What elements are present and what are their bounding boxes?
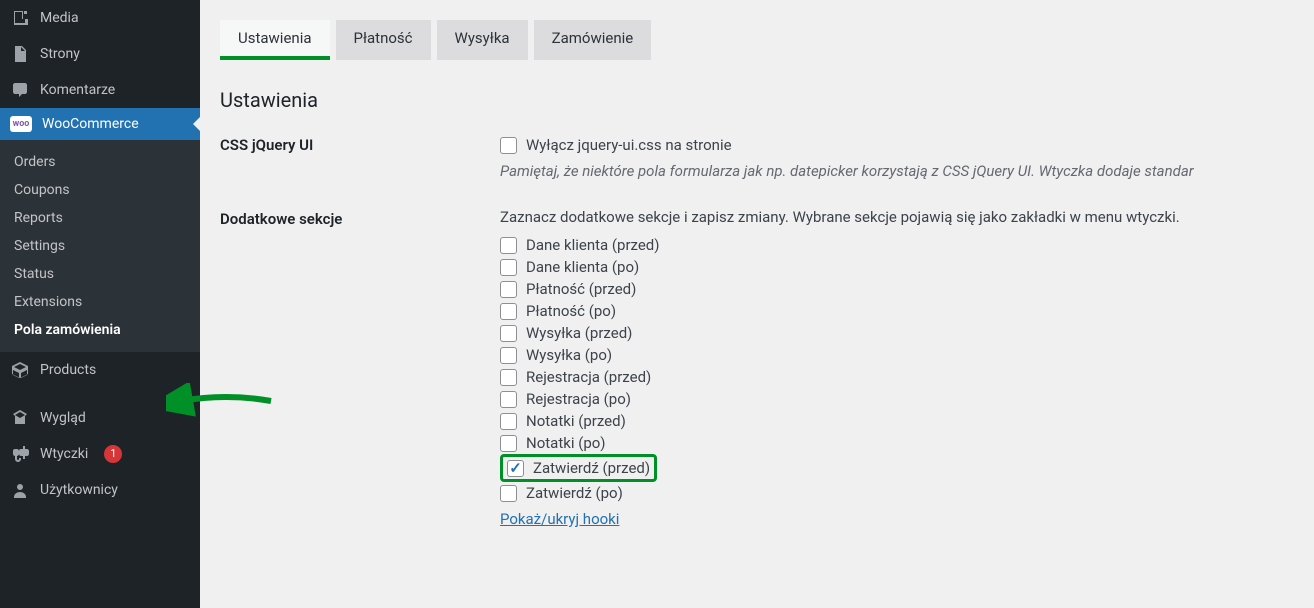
sidebar-item-label: Użytkownicy xyxy=(40,482,118,498)
highlight-box: Zatwierdź (przed) xyxy=(500,454,657,482)
checkbox-label: Dane klienta (po) xyxy=(526,258,639,276)
sidebar-sub-reports[interactable]: Reports xyxy=(0,204,200,232)
tab-ustawienia[interactable]: Ustawienia xyxy=(220,20,330,60)
checkbox-label: Notatki (przed) xyxy=(526,412,626,430)
sidebar-item-label: Products xyxy=(40,362,96,378)
sidebar-submenu: Orders Coupons Reports Settings Status E… xyxy=(0,140,200,352)
checkbox-label: Wysyłka (przed) xyxy=(526,324,632,342)
tab-platnosc[interactable]: Płatność xyxy=(336,20,431,60)
checkbox-label: Rejestracja (po) xyxy=(526,390,631,408)
sidebar-item-label: Komentarze xyxy=(40,82,115,98)
plugins-icon xyxy=(10,444,30,464)
pages-icon xyxy=(10,44,30,64)
appearance-icon xyxy=(10,408,30,428)
sidebar-sub-settings[interactable]: Settings xyxy=(0,232,200,260)
media-icon xyxy=(10,8,30,28)
row-css-jquery-ui: CSS jQuery UI Wyłącz jquery-ui.css na st… xyxy=(220,134,1294,180)
sidebar-sub-pola-zamowienia[interactable]: Pola zamówienia xyxy=(0,316,200,344)
checkbox-section-7[interactable] xyxy=(500,391,517,408)
plugins-update-badge: 1 xyxy=(104,445,122,463)
checkbox-section-2[interactable] xyxy=(500,281,517,298)
sidebar-sub-status[interactable]: Status xyxy=(0,260,200,288)
checkbox-section-6[interactable] xyxy=(500,369,517,386)
sidebar-item-label: Media xyxy=(40,10,79,26)
toggle-hooks-link[interactable]: Pokaż/ukryj hooki xyxy=(500,510,619,528)
form-label: CSS jQuery UI xyxy=(220,134,500,154)
sidebar-item-label: WooCommerce xyxy=(42,116,139,132)
checkbox-label: Płatność (po) xyxy=(526,302,616,320)
sidebar-item-pages[interactable]: Strony xyxy=(0,36,200,72)
intro-text: Zaznacz dodatkowe sekcje i zapisz zmiany… xyxy=(500,208,1294,226)
checkbox-label: Zatwierdź (po) xyxy=(526,484,623,502)
sidebar-item-label: Strony xyxy=(40,46,80,62)
sidebar-item-users[interactable]: Użytkownicy xyxy=(0,472,200,508)
checkbox-section-11[interactable] xyxy=(500,485,517,502)
tab-zamowienie[interactable]: Zamówienie xyxy=(534,20,652,60)
users-icon xyxy=(10,480,30,500)
sidebar-item-plugins[interactable]: Wtyczki 1 xyxy=(0,436,200,472)
sidebar-item-media[interactable]: Media xyxy=(0,0,200,36)
section-title: Ustawienia xyxy=(220,88,1294,112)
checkbox-label: Wyłącz jquery-ui.css na stronie xyxy=(526,136,732,154)
checkbox-label: Zatwierdź (przed) xyxy=(533,459,650,477)
checkbox-label: Dane klienta (przed) xyxy=(526,236,659,254)
sidebar-sub-coupons[interactable]: Coupons xyxy=(0,176,200,204)
woocommerce-icon: woo xyxy=(10,116,32,132)
help-text: Pamiętaj, że niektóre pola formularza ja… xyxy=(500,162,1294,180)
row-additional-sections: Dodatkowe sekcje Zaznacz dodatkowe sekcj… xyxy=(220,208,1294,528)
checkbox-label: Notatki (po) xyxy=(526,434,606,452)
products-icon xyxy=(10,360,30,380)
checkbox-label: Płatność (przed) xyxy=(526,280,636,298)
admin-sidebar: Media Strony Komentarze woo WooCommerce … xyxy=(0,0,200,608)
section-checkboxes: Dane klienta (przed) Dane klienta (po) Pła… xyxy=(500,234,1294,504)
checkbox-section-1[interactable] xyxy=(500,259,517,276)
checkbox-section-4[interactable] xyxy=(500,325,517,342)
form-label: Dodatkowe sekcje xyxy=(220,208,500,228)
checkbox-section-10[interactable] xyxy=(507,460,524,477)
main-content: Ustawienia Płatność Wysyłka Zamówienie U… xyxy=(200,0,1314,608)
checkbox-section-9[interactable] xyxy=(500,435,517,452)
checkbox-section-3[interactable] xyxy=(500,303,517,320)
sidebar-item-products[interactable]: Products xyxy=(0,352,200,388)
sidebar-item-label: Wtyczki xyxy=(40,446,88,462)
sidebar-sub-orders[interactable]: Orders xyxy=(0,148,200,176)
comments-icon xyxy=(10,80,30,100)
checkbox-section-0[interactable] xyxy=(500,237,517,254)
checkbox-section-8[interactable] xyxy=(500,413,517,430)
sidebar-item-appearance[interactable]: Wygląd xyxy=(0,400,200,436)
checkbox-disable-jquery-ui-css[interactable] xyxy=(500,137,517,154)
sidebar-item-comments[interactable]: Komentarze xyxy=(0,72,200,108)
tab-wysylka[interactable]: Wysyłka xyxy=(437,20,528,60)
checkbox-label: Rejestracja (przed) xyxy=(526,368,651,386)
sidebar-item-label: Wygląd xyxy=(40,410,86,426)
checkbox-label: Wysyłka (po) xyxy=(526,346,612,364)
checkbox-section-5[interactable] xyxy=(500,347,517,364)
sidebar-sub-extensions[interactable]: Extensions xyxy=(0,288,200,316)
sidebar-item-woocommerce[interactable]: woo WooCommerce xyxy=(0,108,200,140)
tabs: Ustawienia Płatność Wysyłka Zamówienie xyxy=(220,20,1294,60)
